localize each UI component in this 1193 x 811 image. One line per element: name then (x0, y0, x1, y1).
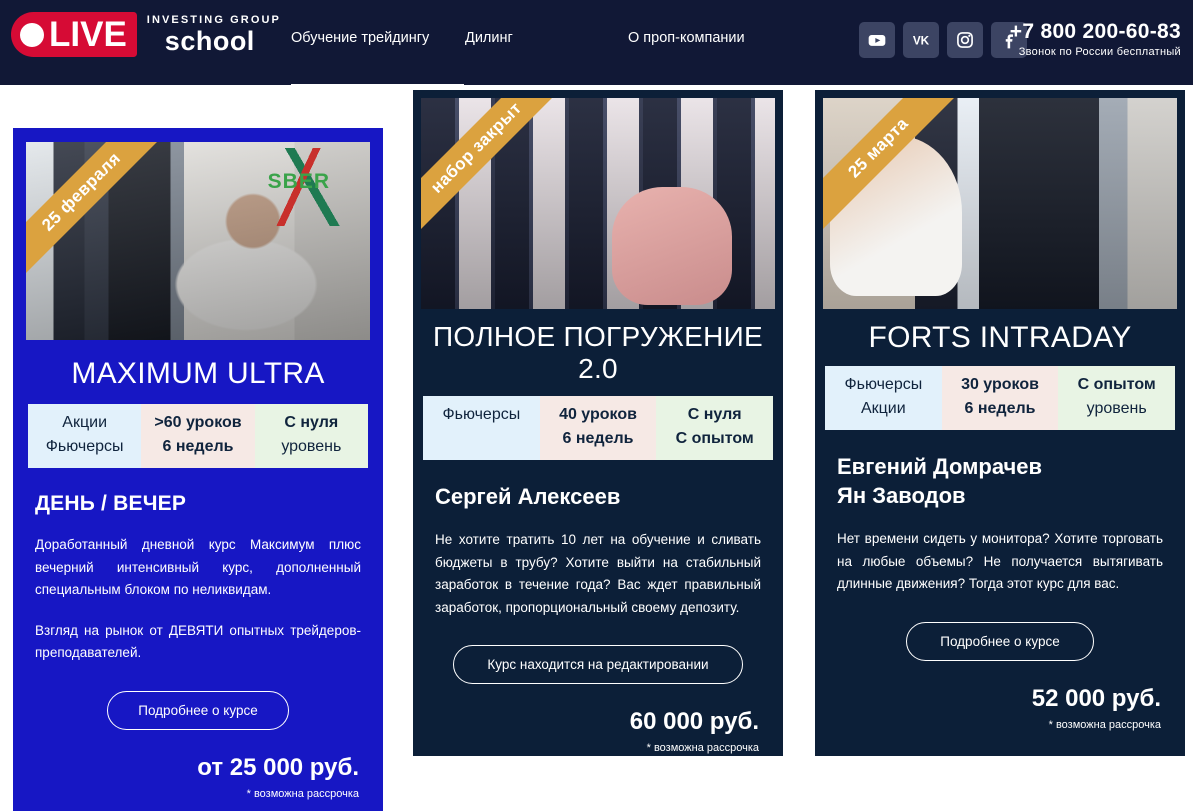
vk-button[interactable]: VK (903, 22, 939, 58)
teacher-name-1: Евгений Домрачев (837, 454, 1043, 479)
spec-line-1: Фьючерсы (442, 406, 521, 423)
spec-duration: 30 уроков 6 недель (941, 366, 1059, 430)
course-teacher: Сергей Алексеев (435, 484, 621, 509)
course-description: Не хотите тратить 10 лет на обучение и с… (435, 529, 761, 619)
logo-tagline: INVESTING GROUP (146, 13, 281, 26)
nav-item-diling[interactable]: Дилинг (465, 30, 628, 46)
spec-line-2: Акции (860, 400, 906, 417)
course-teachers: Евгений Домрачев Ян Заводов (837, 452, 1163, 510)
course-card-forts-intraday[interactable]: 25 марта FORTS INTRADAY Фьючерсы Акции 3… (815, 90, 1185, 756)
course-body: Сергей Алексеев Не хотите тратить 10 лет… (413, 482, 783, 754)
description-paragraph: Доработанный дневной курс Максимум плюс … (35, 537, 361, 597)
nav-item-obuchenie-treidingu[interactable]: Обучение трейдингу (291, 30, 465, 46)
page-root: LIVE INVESTING GROUP school Обучение тре… (0, 0, 1193, 811)
main-navigation: Обучение трейдингу Дилинг О проп-компани… (291, 30, 745, 46)
spec-line-2: Фьючерсы (45, 438, 124, 455)
installment-note: * возможна рассрочка (646, 742, 759, 754)
spec-line-1: 30 уроков (961, 376, 1039, 393)
social-links: VK (859, 22, 1027, 58)
spec-line-2: уровень (281, 438, 342, 455)
spec-line-1: Фьючерсы (844, 376, 923, 393)
description-paragraph: Нет времени сидеть у монитора? Хотите то… (837, 531, 1163, 591)
course-specs: Фьючерсы Акции 30 уроков 6 недель С опыт… (825, 366, 1176, 430)
course-price: 52 000 руб. (1031, 684, 1161, 712)
description-paragraph: Не хотите тратить 10 лет на обучение и с… (435, 532, 761, 615)
spec-level: С нуля уровень (254, 404, 368, 468)
course-photo: SBER 25 февраля (26, 142, 370, 340)
spec-line-1: С нуля (687, 406, 742, 423)
spec-line-2: 6 недель (964, 400, 1036, 417)
teacher-name-2: Ян Заводов (837, 483, 966, 508)
spec-line-1: Акции (62, 414, 108, 431)
site-header: LIVE INVESTING GROUP school Обучение тре… (0, 0, 1193, 87)
vk-icon: VK (913, 35, 930, 48)
course-title: FORTS INTRADAY (868, 321, 1132, 354)
course-price: 60 000 руб. (629, 708, 759, 735)
spec-level: С опытом уровень (1058, 366, 1176, 430)
record-dot-icon (20, 22, 44, 47)
course-details-button[interactable]: Подробнее о курсе (107, 690, 289, 730)
sber-logo-text: SBER (267, 170, 330, 193)
spec-level: С нуля С опытом (656, 396, 774, 460)
installment-note: * возможна рассрочка (246, 787, 359, 800)
spec-line-1: С нуля (284, 414, 339, 431)
course-subtitle: ДЕНЬ / ВЕЧЕР (35, 492, 187, 515)
spec-instruments: Фьючерсы (423, 396, 540, 460)
course-price: от 25 000 руб. (197, 753, 359, 781)
phone-note: Звонок по России бесплатный (1018, 46, 1181, 58)
instagram-button[interactable] (947, 22, 983, 58)
logo-live-text: LIVE (49, 15, 127, 54)
course-status-button[interactable]: Курс находится на редактировании (453, 645, 743, 684)
nav-item-o-prop-kompanii[interactable]: О проп-компании (628, 30, 745, 46)
spec-line-1: 40 уроков (559, 406, 637, 423)
contact-phone-block[interactable]: +7 800 200-60-83 Звонок по России беспла… (1010, 20, 1181, 59)
course-photo: 25 марта (823, 98, 1177, 309)
course-title: MAXIMUM ULTRA (71, 357, 325, 390)
course-specs: Акции Фьючерсы >60 уроков 6 недель С нул… (28, 404, 368, 468)
logo-badge: LIVE (11, 12, 137, 57)
svg-text:VK: VK (913, 35, 930, 48)
installment-note: * возможна рассрочка (1048, 718, 1161, 731)
course-title: ПОЛНОЕ ПОГРУЖЕНИЕ 2.0 (433, 321, 763, 384)
spec-instruments: Акции Фьючерсы (28, 404, 142, 468)
course-description: Доработанный дневной курс Максимум плюс … (35, 534, 361, 665)
spec-line-1: >60 уроков (154, 414, 242, 431)
course-details-button[interactable]: Подробнее о курсе (906, 621, 1094, 661)
logo-name: school (164, 25, 255, 56)
spec-duration: >60 уроков 6 недель (141, 404, 255, 468)
nav-active-indicator (291, 84, 464, 87)
spec-instruments: Фьючерсы Акции (825, 366, 942, 430)
youtube-icon (868, 35, 886, 46)
spec-line-2: уровень (1086, 400, 1147, 417)
instagram-icon (957, 32, 973, 48)
phone-number[interactable]: +7 800 200-60-83 (1010, 20, 1181, 44)
course-photo: набор закрыт (421, 98, 775, 309)
description-paragraph: Взгляд на рынок от ДЕВЯТИ опытных трейде… (35, 622, 361, 661)
site-logo[interactable]: LIVE INVESTING GROUP school (11, 12, 281, 57)
logo-wordmark: INVESTING GROUP school (147, 14, 281, 56)
course-body: ДЕНЬ / ВЕЧЕР Доработанный дневной курс М… (13, 492, 383, 800)
course-specs: Фьючерсы 40 уроков 6 недель С нуля С опы… (423, 396, 774, 460)
spec-line-2: С опытом (675, 430, 754, 447)
course-description: Нет времени сидеть у монитора? Хотите то… (837, 528, 1163, 596)
course-card-maximum-ultra[interactable]: SBER 25 февраля MAXIMUM ULTRA Акции Фьюч… (13, 128, 383, 811)
spec-duration: 40 уроков 6 недель (539, 396, 657, 460)
spec-line-2: 6 недель (162, 438, 234, 455)
course-card-polnoe-pogruzhenie[interactable]: набор закрыт ПОЛНОЕ ПОГРУЖЕНИЕ 2.0 Фьюче… (413, 90, 783, 756)
spec-line-1: С опытом (1077, 376, 1156, 393)
course-body: Евгений Домрачев Ян Заводов Нет времени … (815, 452, 1185, 731)
spec-line-2: 6 недель (562, 430, 634, 447)
youtube-button[interactable] (859, 22, 895, 58)
